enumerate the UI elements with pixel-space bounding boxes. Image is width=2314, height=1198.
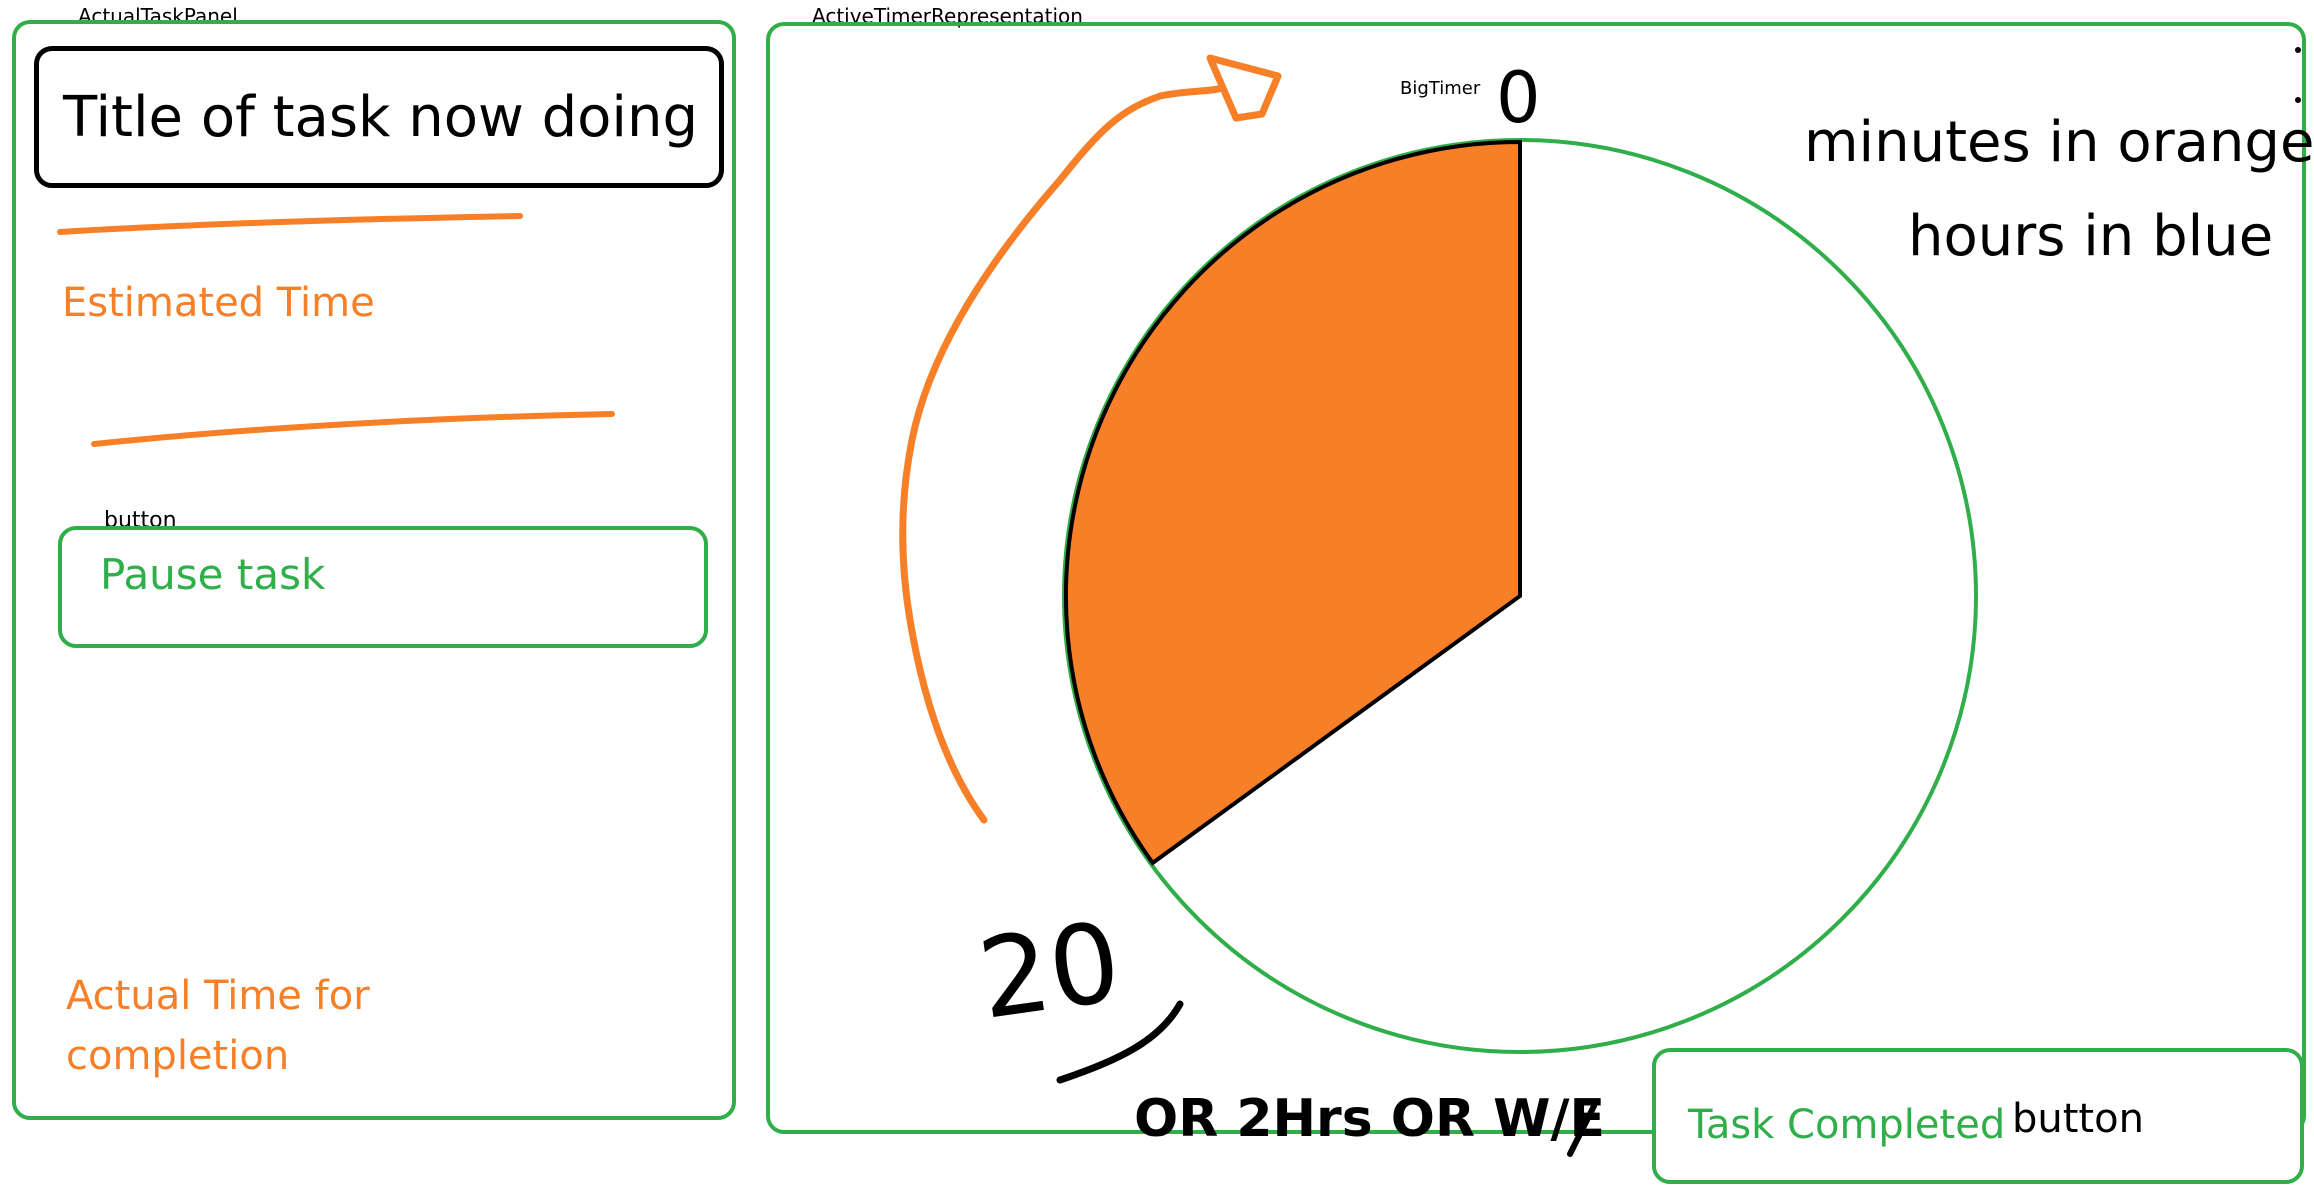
sketch-arrow-head xyxy=(1206,54,1282,122)
estimated-underline-sketch xyxy=(91,411,615,447)
timer-drawing: 0 20 OR 2Hrs OR W/E xyxy=(57,47,2301,1157)
title-underline-sketch xyxy=(57,213,523,235)
edge-dot xyxy=(2295,47,2301,53)
timer-start-mark: 0 xyxy=(1496,57,1541,139)
alt-units-note: OR 2Hrs OR W/E xyxy=(1134,1089,1605,1149)
task-completed-annotation: button xyxy=(2012,1096,2144,1142)
task-completed-label: Task Completed xyxy=(1688,1102,2006,1148)
task-completed-button[interactable]: Task Completed button xyxy=(1652,1048,2304,1184)
edge-dot xyxy=(2295,97,2301,103)
timer-elapsed-mark: 20 xyxy=(971,898,1127,1044)
